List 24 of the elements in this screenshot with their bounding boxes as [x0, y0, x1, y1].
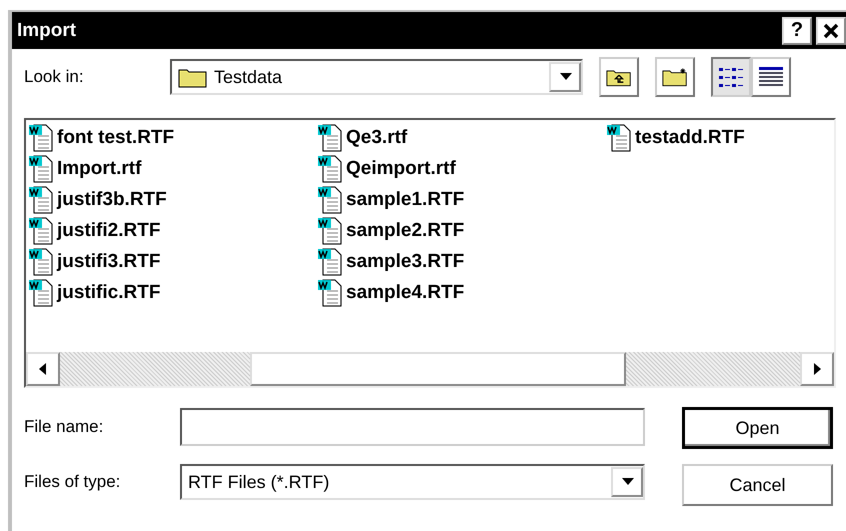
file-name-label: File name:: [24, 417, 104, 437]
folder-name: Testdata: [214, 66, 282, 88]
file-item[interactable]: sample4.RTF: [346, 282, 464, 304]
file-item[interactable]: Qeimport.rtf: [346, 158, 456, 180]
file-item[interactable]: sample3.RTF: [346, 250, 464, 272]
file-item[interactable]: justifi3.RTF: [57, 250, 160, 272]
file-item[interactable]: justif3b.RTF: [57, 188, 167, 210]
file-item[interactable]: font test.RTF: [57, 126, 174, 148]
help-button[interactable]: ?: [782, 16, 812, 44]
file-type-value: RTF Files (*.RTF): [188, 472, 330, 492]
file-type-label: Files of type:: [24, 472, 122, 492]
file-item[interactable]: sample1.RTF: [346, 188, 464, 210]
file-item[interactable]: Import.rtf: [57, 158, 142, 180]
file-item[interactable]: sample2.RTF: [346, 220, 464, 242]
file-type-dropdown[interactable]: RTF Files (*.RTF): [180, 464, 645, 500]
open-button[interactable]: Open: [682, 407, 833, 449]
cancel-button[interactable]: Cancel: [682, 464, 833, 506]
look-in-dropdown[interactable]: Testdata: [170, 59, 583, 95]
look-in-label: Look in:: [24, 67, 85, 87]
window-title: Import: [17, 20, 76, 42]
file-item[interactable]: justifi2.RTF: [57, 220, 160, 242]
file-item[interactable]: justific.RTF: [57, 282, 160, 304]
file-item[interactable]: Qe3.rtf: [346, 126, 408, 148]
file-item[interactable]: testadd.RTF: [635, 126, 745, 148]
